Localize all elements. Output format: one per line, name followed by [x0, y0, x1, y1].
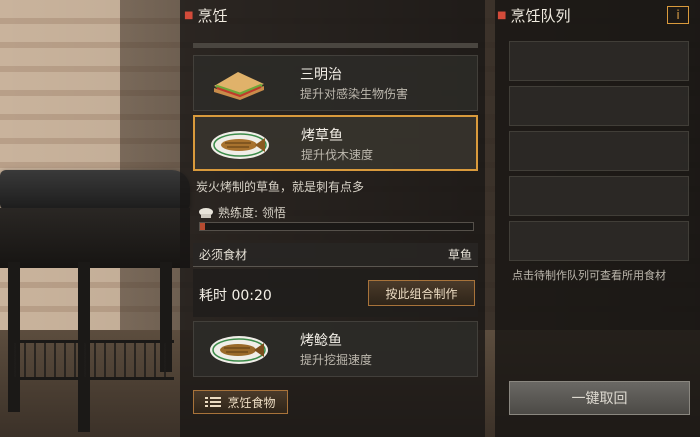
header-bullet-icon: ■ — [497, 9, 507, 21]
recipe-desc: 提升挖掘速度 — [300, 353, 373, 367]
grill-rack — [14, 340, 174, 380]
required-ingredients-row: 必须食材 草鱼 — [193, 243, 478, 267]
list-scroll-top — [193, 43, 478, 48]
cook-food-label: 烹饪食物 — [227, 395, 276, 410]
ingredients-label: 必须食材 — [199, 248, 248, 262]
queue-slot[interactable] — [509, 131, 689, 171]
cook-time-label: 耗时 00:20 — [199, 288, 272, 304]
queue-slot[interactable] — [509, 41, 689, 81]
cook-food-button[interactable]: 烹饪食物 — [193, 390, 288, 414]
queue-title: 烹饪队列 — [510, 6, 571, 25]
proficiency-progress-bar — [199, 222, 474, 231]
ingredients-value: 草鱼 — [447, 248, 472, 262]
recipe-desc: 提升对感染生物伤害 — [300, 87, 409, 101]
craft-combination-button[interactable]: 按此组合制作 — [368, 280, 475, 306]
proficiency-text: 熟练度: 领悟 — [218, 206, 286, 220]
recipe-desc: 提升伐木速度 — [301, 148, 374, 162]
queue-slot[interactable] — [509, 221, 689, 261]
proficiency-label: 熟练度: 领悟 — [198, 204, 286, 221]
header-bullet-icon: ■ — [184, 9, 194, 21]
recipe-card-sandwich[interactable]: 三明治 提升对感染生物伤害 — [193, 55, 478, 111]
recipe-card-grilled-catfish[interactable]: 烤鲶鱼 提升挖掘速度 — [193, 321, 478, 377]
list-icon — [205, 397, 222, 407]
cooking-panel-header: ■ 烹饪 — [184, 4, 227, 26]
grill-leg — [8, 262, 20, 412]
sandwich-icon — [214, 72, 264, 100]
recipe-name: 烤鲶鱼 — [300, 333, 342, 349]
grilled-catfish-icon — [210, 336, 268, 364]
queue-slot[interactable] — [509, 176, 689, 216]
info-button[interactable]: i — [667, 6, 689, 24]
recipe-detail-description: 炭火烤制的草鱼，就是刺有点多 — [196, 180, 365, 194]
queue-slot[interactable] — [509, 86, 689, 126]
recipe-name: 烤草鱼 — [301, 128, 343, 144]
recipe-card-grilled-fish[interactable]: 烤草鱼 提升伐木速度 — [193, 115, 478, 171]
grilled-fish-icon — [211, 131, 269, 159]
queue-hint-text: 点击待制作队列可查看所用食材 — [512, 269, 666, 282]
grill-lid — [0, 170, 190, 210]
queue-panel-header: ■ 烹饪队列 — [497, 4, 570, 26]
retrieve-all-button[interactable]: 一键取回 — [509, 381, 690, 415]
grill-body — [0, 208, 190, 268]
proficiency-progress-fill — [200, 223, 206, 230]
recipe-name: 三明治 — [300, 67, 342, 83]
cooking-title: 烹饪 — [197, 6, 228, 25]
chef-hat-icon — [199, 207, 213, 218]
